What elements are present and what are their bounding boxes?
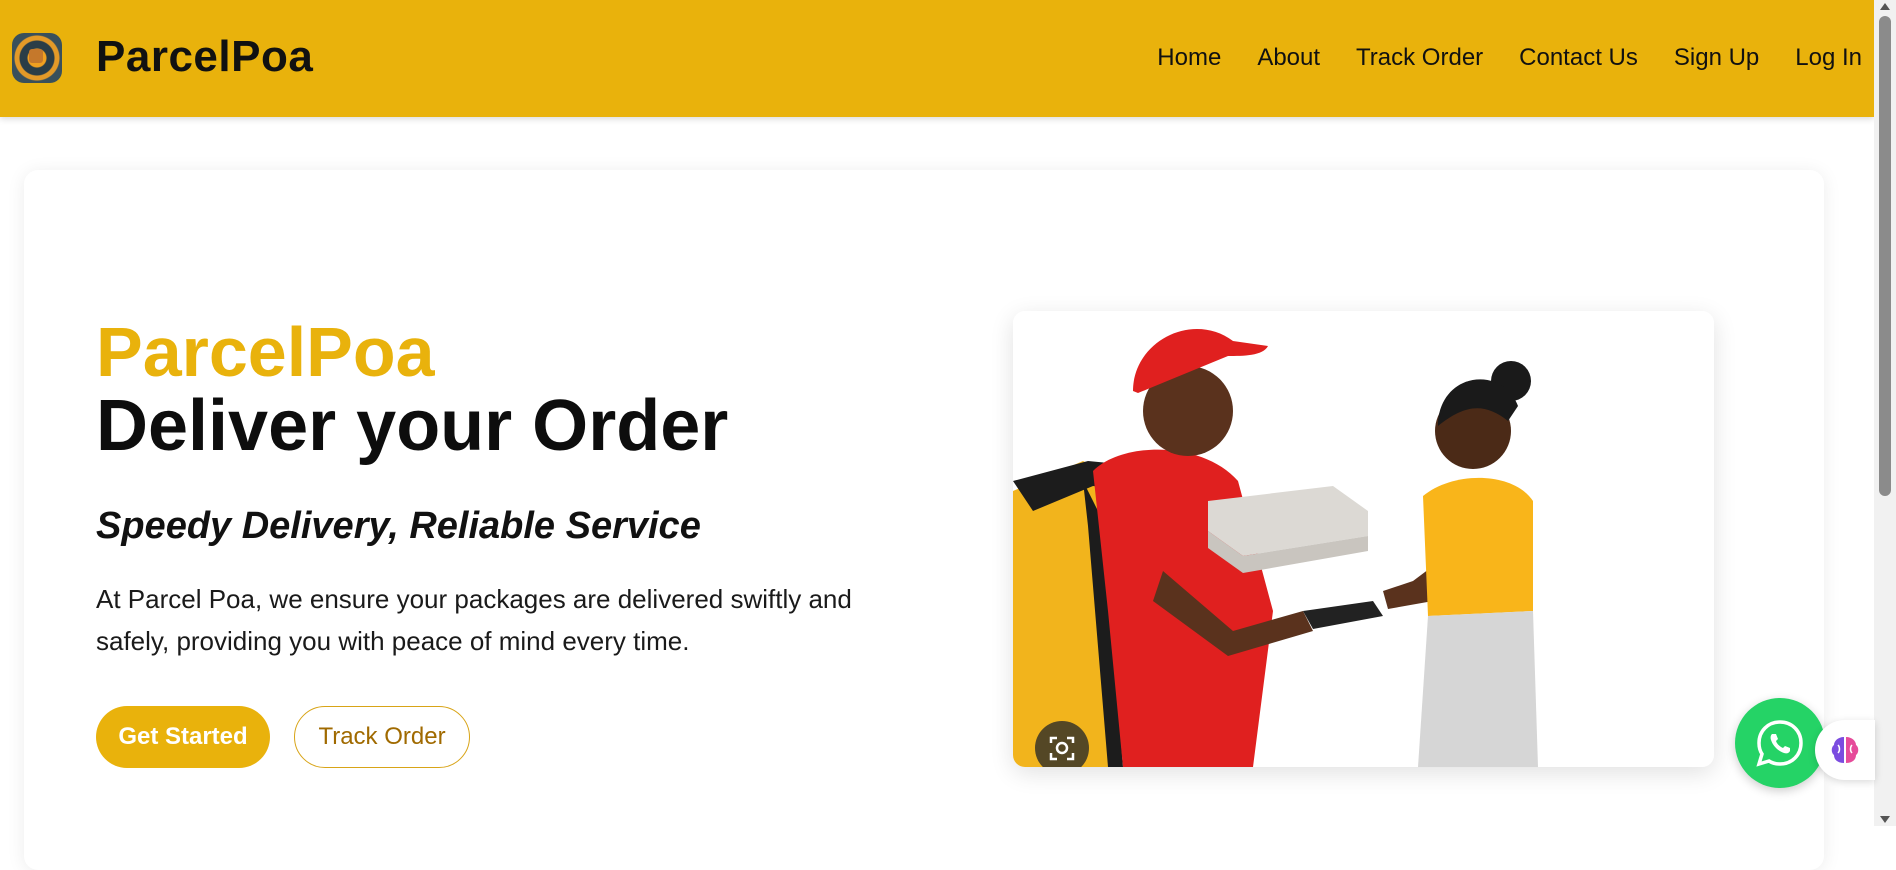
scroll-down-arrow-icon[interactable]: [1880, 816, 1890, 823]
get-started-button[interactable]: Get Started: [96, 706, 270, 768]
hero-title: Deliver your Order: [96, 386, 729, 466]
image-search-icon: [1049, 736, 1075, 761]
nav-track-order[interactable]: Track Order: [1356, 44, 1483, 72]
vertical-scrollbar[interactable]: [1874, 0, 1896, 826]
main-nav: Home About Track Order Contact Us Sign U…: [1157, 44, 1862, 72]
nav-contact-us[interactable]: Contact Us: [1519, 44, 1638, 72]
image-search-button[interactable]: [1035, 721, 1089, 767]
whatsapp-icon: [1756, 720, 1803, 767]
nav-about[interactable]: About: [1257, 44, 1320, 72]
hero-subtitle: Speedy Delivery, Reliable Service: [96, 505, 701, 547]
whatsapp-button[interactable]: [1735, 698, 1825, 788]
hero-image-delivery: [1013, 311, 1714, 767]
hero-description: At Parcel Poa, we ensure your packages a…: [96, 584, 852, 656]
track-order-button[interactable]: Track Order: [294, 706, 470, 768]
top-navbar: ParcelPoa Home About Track Order Contact…: [0, 0, 1874, 117]
brand-name[interactable]: ParcelPoa: [96, 32, 313, 82]
nav-log-in[interactable]: Log In: [1795, 44, 1862, 72]
browser-extension-widget[interactable]: [1815, 720, 1875, 780]
delivery-illustration: [1013, 311, 1714, 767]
parcelpoa-logo-icon[interactable]: [12, 33, 62, 83]
scroll-up-arrow-icon[interactable]: [1880, 3, 1890, 10]
nav-sign-up[interactable]: Sign Up: [1674, 44, 1759, 72]
brain-icon: [1831, 737, 1859, 763]
hero-brand: ParcelPoa: [96, 313, 435, 391]
scrollbar-thumb[interactable]: [1879, 16, 1891, 496]
nav-home[interactable]: Home: [1157, 44, 1221, 72]
